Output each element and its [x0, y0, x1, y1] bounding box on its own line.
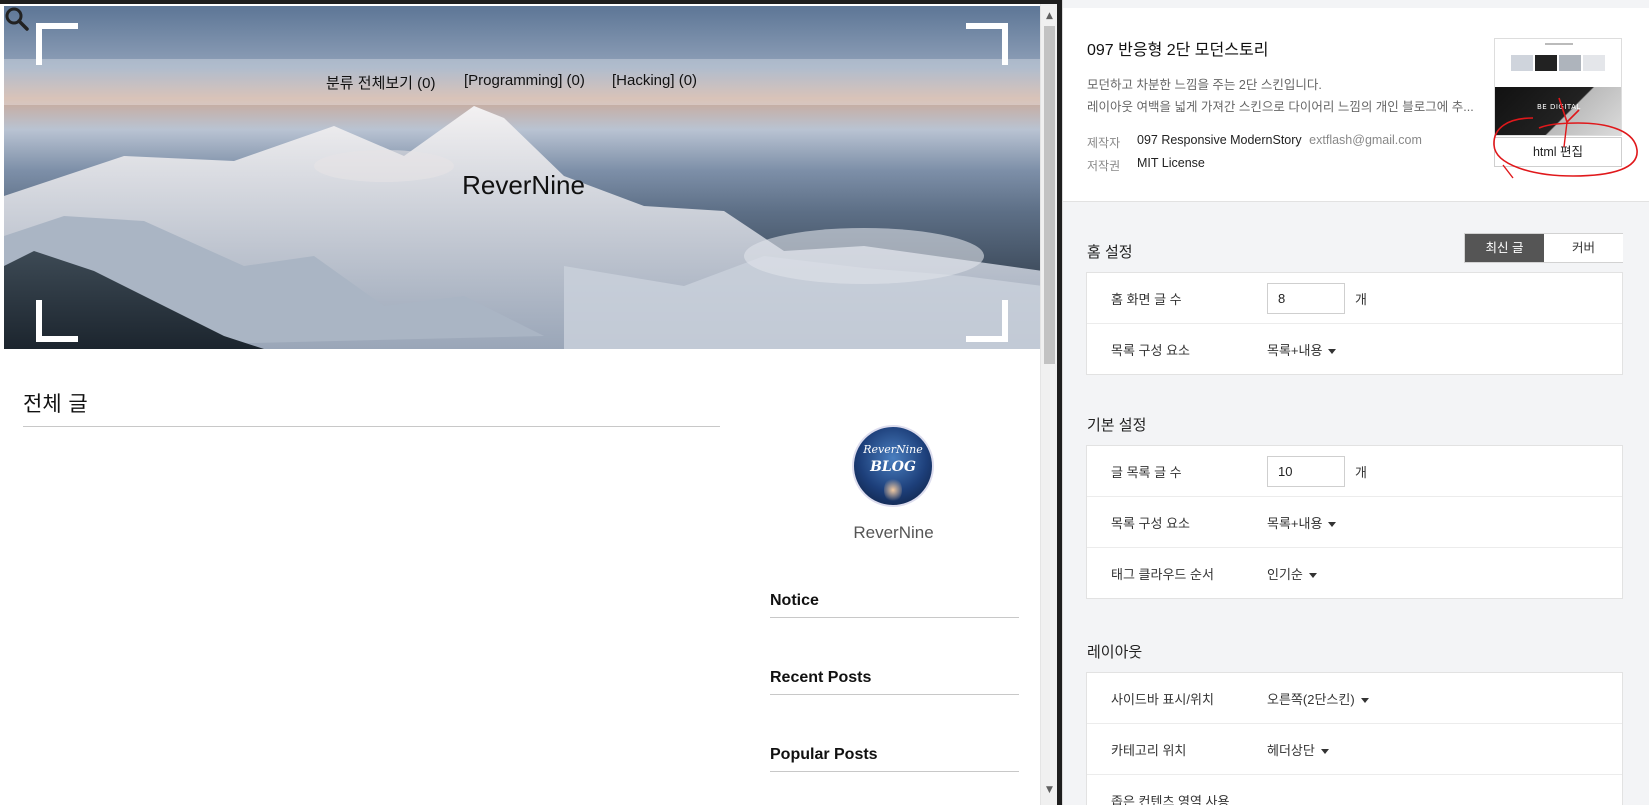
blog-preview: 분류 전체보기 (0) [Programming] (0) [Hacking] … — [0, 4, 1043, 805]
home-settings-title: 홈 설정 — [1087, 244, 1133, 261]
caret-down-icon — [1328, 349, 1337, 355]
author-name: 097 Responsive ModernStory — [1137, 133, 1302, 147]
preview-scrollbar[interactable]: ▲ ▼ — [1040, 4, 1057, 805]
search-icon[interactable] — [4, 6, 30, 32]
thumb-card — [1583, 55, 1605, 71]
category-position-select[interactable]: 헤더상단 — [1267, 740, 1329, 759]
home-list-type-value: 목록+내용 — [1267, 343, 1323, 358]
avatar-text: ReverNine — [863, 443, 923, 456]
list-type-select[interactable]: 목록+내용 — [1267, 513, 1337, 532]
avatar[interactable]: ReverNine BLOG — [852, 425, 934, 507]
skin-name: 097 반응형 2단 모던스토리 — [1087, 42, 1269, 59]
layout-settings-title: 레이아웃 — [1087, 644, 1143, 661]
list-count-input[interactable] — [1267, 456, 1345, 487]
setting-row: 카테고리 위치 헤더상단 — [1087, 724, 1622, 775]
license-label: 저작권 — [1087, 159, 1121, 173]
widget-title-recent-posts: Recent Posts — [770, 669, 872, 686]
skin-description: 모던하고 차분한 느낌을 주는 2단 스킨입니다. — [1087, 78, 1322, 92]
sidebar-blog-name[interactable]: ReverNine — [770, 523, 1017, 543]
nav-hacking[interactable]: [Hacking] (0) — [612, 72, 697, 89]
home-list-type-select[interactable]: 목록+내용 — [1267, 340, 1337, 359]
divider — [770, 617, 1019, 618]
blog-title[interactable]: ReverNine — [4, 170, 1043, 201]
layout-settings-panel: 사이드바 표시/위치 오른쪽(2단스킨) 카테고리 위치 헤더상단 좁은 컨텐츠… — [1086, 672, 1623, 805]
tab-cover[interactable]: 커버 — [1544, 234, 1623, 262]
setting-row: 목록 구성 요소 목록+내용 — [1087, 497, 1622, 548]
html-edit-button[interactable]: html 편집 — [1494, 137, 1622, 167]
frame-corner — [36, 23, 78, 65]
basic-settings-title: 기본 설정 — [1087, 417, 1147, 434]
home-type-toggle: 최신 글 커버 — [1464, 233, 1623, 263]
tab-latest-posts[interactable]: 최신 글 — [1465, 234, 1544, 262]
setting-row: 좁은 컨텐츠 영역 사용 — [1087, 775, 1622, 805]
thumb-card — [1535, 55, 1557, 71]
widget-title-notice: Notice — [770, 592, 819, 609]
setting-row: 사이드바 표시/위치 오른쪽(2단스킨) — [1087, 673, 1622, 724]
list-type-label: 목록 구성 요소 — [1111, 516, 1190, 531]
basic-settings-panel: 글 목록 글 수 개 목록 구성 요소 목록+내용 태그 클라우드 순서 인기순 — [1086, 445, 1623, 599]
divider — [23, 426, 720, 427]
skin-thumbnail: BE DIGITAL — [1494, 38, 1622, 136]
tag-order-label: 태그 클라우드 순서 — [1111, 567, 1214, 582]
scroll-down-icon[interactable]: ▼ — [1041, 784, 1058, 796]
hero-header: 분류 전체보기 (0) [Programming] (0) [Hacking] … — [4, 6, 1043, 349]
thumb-card — [1511, 55, 1533, 71]
avatar-glow — [884, 477, 902, 503]
author-value: 097 Responsive ModernStory extflash@gmai… — [1137, 133, 1422, 147]
frame-corner — [966, 300, 1008, 342]
home-list-type-label: 목록 구성 요소 — [1111, 343, 1190, 358]
avatar-text: BLOG — [870, 459, 916, 475]
frame-corner — [966, 23, 1008, 65]
sidebar-position-value: 오른쪽(2단스킨) — [1267, 692, 1355, 707]
setting-row: 태그 클라우드 순서 인기순 — [1087, 548, 1622, 599]
list-type-value: 목록+내용 — [1267, 516, 1323, 531]
tag-order-value: 인기순 — [1267, 567, 1303, 582]
thumb-banner — [1495, 87, 1621, 135]
screen: 분류 전체보기 (0) [Programming] (0) [Hacking] … — [0, 0, 1649, 805]
license-value: MIT License — [1137, 156, 1205, 170]
caret-down-icon — [1308, 573, 1317, 579]
nav-all-categories[interactable]: 분류 전체보기 (0) — [326, 72, 435, 93]
setting-row: 글 목록 글 수 개 — [1087, 446, 1622, 497]
sidebar-position-select[interactable]: 오른쪽(2단스킨) — [1267, 689, 1369, 708]
thumb-text: BE DIGITAL — [1537, 103, 1581, 111]
tag-order-select[interactable]: 인기순 — [1267, 564, 1317, 583]
category-position-value: 헤더상단 — [1267, 743, 1315, 758]
author-email: extflash@gmail.com — [1309, 133, 1422, 147]
caret-down-icon — [1360, 698, 1369, 704]
sidebar-position-label: 사이드바 표시/위치 — [1111, 692, 1214, 707]
home-settings-panel: 홈 화면 글 수 개 목록 구성 요소 목록+내용 — [1086, 272, 1623, 375]
skin-settings-panel: 097 반응형 2단 모던스토리 모던하고 차분한 느낌을 주는 2단 스킨입니… — [1062, 0, 1649, 805]
unit-label: 개 — [1355, 465, 1367, 480]
thumb-card — [1559, 55, 1581, 71]
list-count-label: 글 목록 글 수 — [1111, 465, 1182, 480]
scroll-up-icon[interactable]: ▲ — [1041, 10, 1058, 22]
skin-info-card: 097 반응형 2단 모던스토리 모던하고 차분한 느낌을 주는 2단 스킨입니… — [1063, 8, 1649, 202]
thumb-logo — [1545, 43, 1573, 45]
divider — [770, 771, 1019, 772]
author-label: 제작자 — [1087, 136, 1121, 150]
divider — [770, 694, 1019, 695]
caret-down-icon — [1320, 749, 1329, 755]
home-post-count-input[interactable] — [1267, 283, 1345, 314]
nav-programming[interactable]: [Programming] (0) — [464, 72, 585, 89]
skin-description: 레이아웃 여백을 넓게 가져간 스킨으로 다이어리 느낌의 개인 블로그에 추.… — [1087, 100, 1474, 114]
category-position-label: 카테고리 위치 — [1111, 743, 1187, 758]
widget-title-popular-posts: Popular Posts — [770, 746, 878, 763]
page-title: 전체 글 — [23, 392, 88, 416]
unit-label: 개 — [1355, 292, 1367, 307]
frame-corner — [36, 300, 78, 342]
setting-row: 홈 화면 글 수 개 — [1087, 273, 1622, 324]
caret-down-icon — [1328, 522, 1337, 528]
scroll-thumb[interactable] — [1044, 26, 1055, 364]
narrow-content-label: 좁은 컨텐츠 영역 사용 — [1111, 794, 1230, 805]
setting-row: 목록 구성 요소 목록+내용 — [1087, 324, 1622, 375]
home-post-count-label: 홈 화면 글 수 — [1111, 292, 1182, 307]
